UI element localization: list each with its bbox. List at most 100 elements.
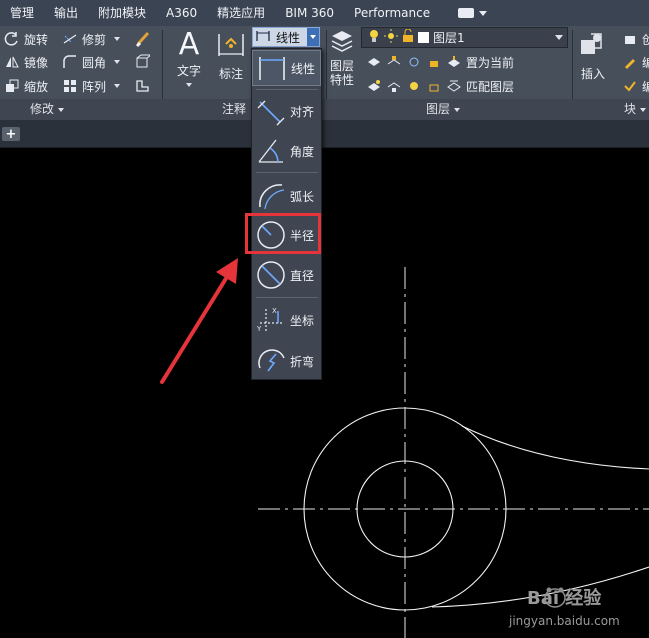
chevron-down-icon: [555, 35, 563, 40]
annotation-panel-title[interactable]: 注释: [222, 99, 246, 120]
text-button[interactable]: A 文字: [170, 28, 208, 87]
menu-label-aligned: 对齐: [290, 104, 315, 119]
dimension-button[interactable]: 标注: [214, 28, 248, 82]
menu-item-diameter[interactable]: 直径: [252, 257, 321, 293]
chevron-down-icon: [640, 107, 647, 112]
menu-label-radius: 半径: [290, 228, 315, 243]
layer-thaw-icon[interactable]: [406, 78, 422, 94]
ribbon-minimize-icon: [458, 8, 475, 18]
menu-label-angular: 角度: [290, 144, 315, 159]
scale-button[interactable]: 缩放: [4, 76, 48, 96]
rotate-button[interactable]: 旋转: [4, 29, 48, 49]
tab-addins[interactable]: 附加模块: [88, 0, 156, 26]
angular-dimension-icon: [255, 135, 287, 167]
array-icon: [62, 78, 78, 94]
layer-properties-button[interactable]: 图层 特性: [326, 28, 358, 87]
layer-panel-title[interactable]: 图层: [426, 99, 461, 120]
red-pointer-arrow: [160, 258, 238, 384]
menu-item-linear[interactable]: 线性: [252, 50, 321, 86]
menu-label-arc-length: 弧长: [290, 189, 315, 204]
dimension-icon: [216, 28, 246, 65]
drawing-canvas[interactable]: [0, 149, 649, 638]
rotate-label: 旋转: [24, 32, 49, 47]
menu-divider: [256, 172, 318, 173]
match-layer-button[interactable]: 匹配图层: [466, 78, 514, 95]
tab-output[interactable]: 输出: [44, 0, 88, 26]
new-tab-button[interactable]: +: [2, 127, 20, 141]
explode-button[interactable]: [134, 52, 150, 72]
layer-off-icon[interactable]: [366, 54, 382, 70]
menu-item-jogged[interactable]: 折弯: [252, 343, 321, 379]
menu-item-arc-length[interactable]: 弧长: [252, 178, 321, 214]
layer-tools-row1: 置为当前: [366, 52, 514, 72]
layer-panel-label: 图层: [426, 102, 451, 116]
dimension-type-menu: 线性 对齐 角度 弧长 半径 直径 XY 坐标 折弯: [251, 48, 322, 380]
jogged-icon: [255, 345, 287, 377]
menu-divider: [256, 297, 318, 298]
menu-item-radius[interactable]: 半径: [252, 217, 321, 253]
baidu-jingyan-watermark: Bai 经验 jingyan.baidu.com: [491, 582, 641, 634]
insert-block-button[interactable]: 插入: [576, 28, 610, 82]
edit-block-icon: [622, 54, 638, 70]
offset-button[interactable]: [134, 76, 150, 96]
trim-icon: [62, 31, 78, 47]
aligned-dimension-icon: [255, 95, 287, 127]
set-current-icon: [446, 54, 462, 70]
offset-icon: [134, 78, 150, 94]
layer-unlock-icon[interactable]: [426, 78, 442, 94]
chevron-down-icon: [186, 83, 192, 87]
tab-a360[interactable]: A360: [156, 0, 207, 26]
dropdown-arrow-icon: [307, 28, 319, 46]
chevron-down-icon: [58, 107, 65, 112]
layer-on-icon[interactable]: [366, 78, 382, 94]
upper-tangent-arc: [461, 425, 649, 470]
match-layer-icon: [446, 78, 462, 94]
create-block-button[interactable]: 创: [622, 29, 649, 49]
tab-manage[interactable]: 管理: [0, 0, 44, 26]
menu-item-aligned[interactable]: 对齐: [252, 93, 321, 129]
edit-block-button[interactable]: 编: [622, 52, 649, 72]
menu-item-angular[interactable]: 角度: [252, 133, 321, 169]
chevron-down-icon: [454, 107, 461, 112]
layer-color-swatch: [418, 32, 429, 43]
trim-button[interactable]: 修剪: [62, 29, 121, 49]
ribbon: 旋转 修剪 镜像 圆角 缩放 阵列 A 文字 标注 线性 图层 特性 图层1 置…: [0, 26, 649, 120]
block-panel-label: 块: [624, 102, 637, 116]
array-button[interactable]: 阵列: [62, 76, 121, 96]
mirror-icon: [4, 54, 20, 70]
tab-performance[interactable]: Performance: [344, 0, 440, 26]
svg-text:X: X: [272, 307, 277, 315]
array-label: 阵列: [82, 79, 107, 94]
layer-lock-icon[interactable]: [426, 54, 442, 70]
set-current-button[interactable]: 置为当前: [466, 54, 514, 71]
layer-isolate-icon[interactable]: [386, 54, 402, 70]
fillet-button[interactable]: 圆角: [62, 52, 121, 72]
linear-dimension-icon: [256, 52, 288, 84]
mirror-button[interactable]: 镜像: [4, 52, 48, 72]
layer-properties-label: 图层 特性: [329, 59, 354, 87]
dimension-type-dropdown[interactable]: 线性: [252, 27, 320, 47]
menu-item-ordinate[interactable]: XY 坐标: [252, 302, 321, 338]
edit-attributes-button[interactable]: 编: [622, 76, 649, 96]
chevron-down-icon: [479, 10, 488, 16]
menu-label-linear: 线性: [291, 61, 316, 76]
ribbon-display-toggle[interactable]: [458, 8, 488, 18]
layer-walk-icon[interactable]: [386, 78, 402, 94]
trim-label: 修剪: [82, 32, 107, 47]
dimension-type-value: 线性: [276, 30, 301, 45]
fillet-label: 圆角: [82, 55, 107, 70]
chevron-down-icon: [114, 84, 121, 88]
edit-block-label: 编: [642, 55, 649, 70]
dimension-label: 标注: [218, 67, 243, 81]
modify-panel-title[interactable]: 修改: [30, 99, 65, 120]
block-panel-title[interactable]: 块: [624, 99, 647, 120]
current-layer-name: 图层1: [433, 31, 465, 45]
tab-featured-apps[interactable]: 精选应用: [207, 0, 275, 26]
layer-dropdown[interactable]: 图层1: [361, 27, 568, 48]
chevron-down-icon: [114, 37, 121, 41]
erase-button[interactable]: [134, 29, 150, 49]
annotation-panel-label: 注释: [222, 102, 247, 116]
ribbon-tab-bar: 管理 输出 附加模块 A360 精选应用 BIM 360 Performance: [0, 0, 649, 26]
layer-freeze-icon[interactable]: [406, 54, 422, 70]
tab-bim360[interactable]: BIM 360: [275, 0, 344, 26]
